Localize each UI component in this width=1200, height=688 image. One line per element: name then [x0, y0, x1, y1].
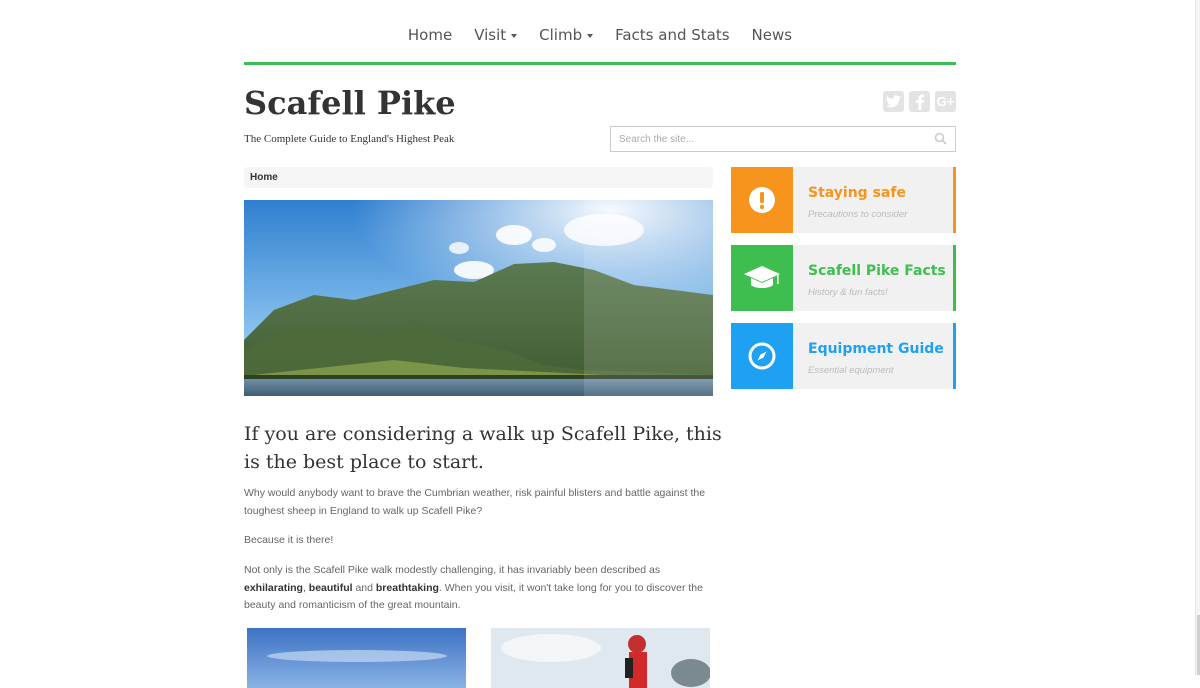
nav-facts-label: Facts and Stats: [615, 26, 730, 44]
card-equipment-guide[interactable]: Equipment Guide Essential equipment: [731, 323, 956, 389]
graduation-cap-icon: [731, 245, 793, 311]
compass-icon: [731, 323, 793, 389]
site-tagline: The Complete Guide to England's Highest …: [244, 133, 455, 145]
card-scafell-pike-facts[interactable]: Scafell Pike Facts History & fun facts!: [731, 245, 956, 311]
hero-image: [244, 200, 713, 396]
main-nav: Home Visit Climb Facts and Stats News: [244, 0, 956, 65]
card-subtitle: Essential equipment: [808, 365, 894, 376]
thumbnail-sky-image[interactable]: [247, 628, 466, 688]
nav-climb[interactable]: Climb: [539, 18, 594, 44]
p3-text-a: Not only is the Scafell Pike walk modest…: [244, 564, 661, 576]
article-paragraph-3: Not only is the Scafell Pike walk modest…: [244, 562, 713, 615]
google-plus-icon[interactable]: G+: [935, 91, 956, 112]
nav-home[interactable]: Home: [408, 18, 452, 44]
article-paragraph-2: Because it is there!: [244, 534, 334, 546]
scrollbar[interactable]: [1195, 0, 1200, 675]
nav-home-label: Home: [407, 26, 453, 44]
nav-news[interactable]: News: [752, 18, 793, 44]
nav-visit-label: Visit: [474, 26, 507, 44]
search-icon[interactable]: [933, 131, 949, 147]
card-subtitle: Precautions to consider: [808, 209, 908, 220]
caret-down-icon: [511, 34, 518, 38]
nav-climb-label: Climb: [539, 26, 583, 44]
search-box: [610, 126, 956, 152]
twitter-icon[interactable]: [883, 91, 904, 112]
keyword-exhilarating: exhilarating: [244, 581, 303, 594]
article-paragraph-1: Why would anybody want to brave the Cumb…: [244, 487, 706, 517]
keyword-beautiful: beautiful: [308, 581, 353, 594]
breadcrumb: Home: [244, 167, 713, 188]
thumbnail-cyclist-image[interactable]: [491, 628, 710, 688]
nav-news-label: News: [751, 26, 793, 44]
card-title: Equipment Guide: [808, 341, 944, 357]
article-headline: If you are considering a walk up Scafell…: [244, 423, 722, 473]
card-staying-safe[interactable]: Staying safe Precautions to consider: [731, 167, 956, 233]
nav-visit[interactable]: Visit: [474, 18, 518, 44]
nav-facts-and-stats[interactable]: Facts and Stats: [615, 18, 729, 44]
page-container: Home Visit Climb Facts and Stats News Sc…: [244, 0, 956, 688]
facebook-icon[interactable]: [909, 91, 930, 112]
exclamation-icon: [731, 167, 793, 233]
card-subtitle: History & fun facts!: [808, 287, 888, 298]
keyword-breathtaking: breathtaking: [375, 581, 439, 594]
caret-down-icon: [587, 34, 594, 38]
breadcrumb-home[interactable]: Home: [250, 172, 278, 183]
social-links: G+: [883, 91, 956, 112]
card-title: Staying safe: [808, 185, 906, 201]
site-title[interactable]: Scafell Pike: [244, 84, 456, 122]
card-title: Scafell Pike Facts: [808, 263, 946, 279]
p3-text-e: and: [352, 581, 376, 594]
search-input[interactable]: [611, 133, 933, 145]
